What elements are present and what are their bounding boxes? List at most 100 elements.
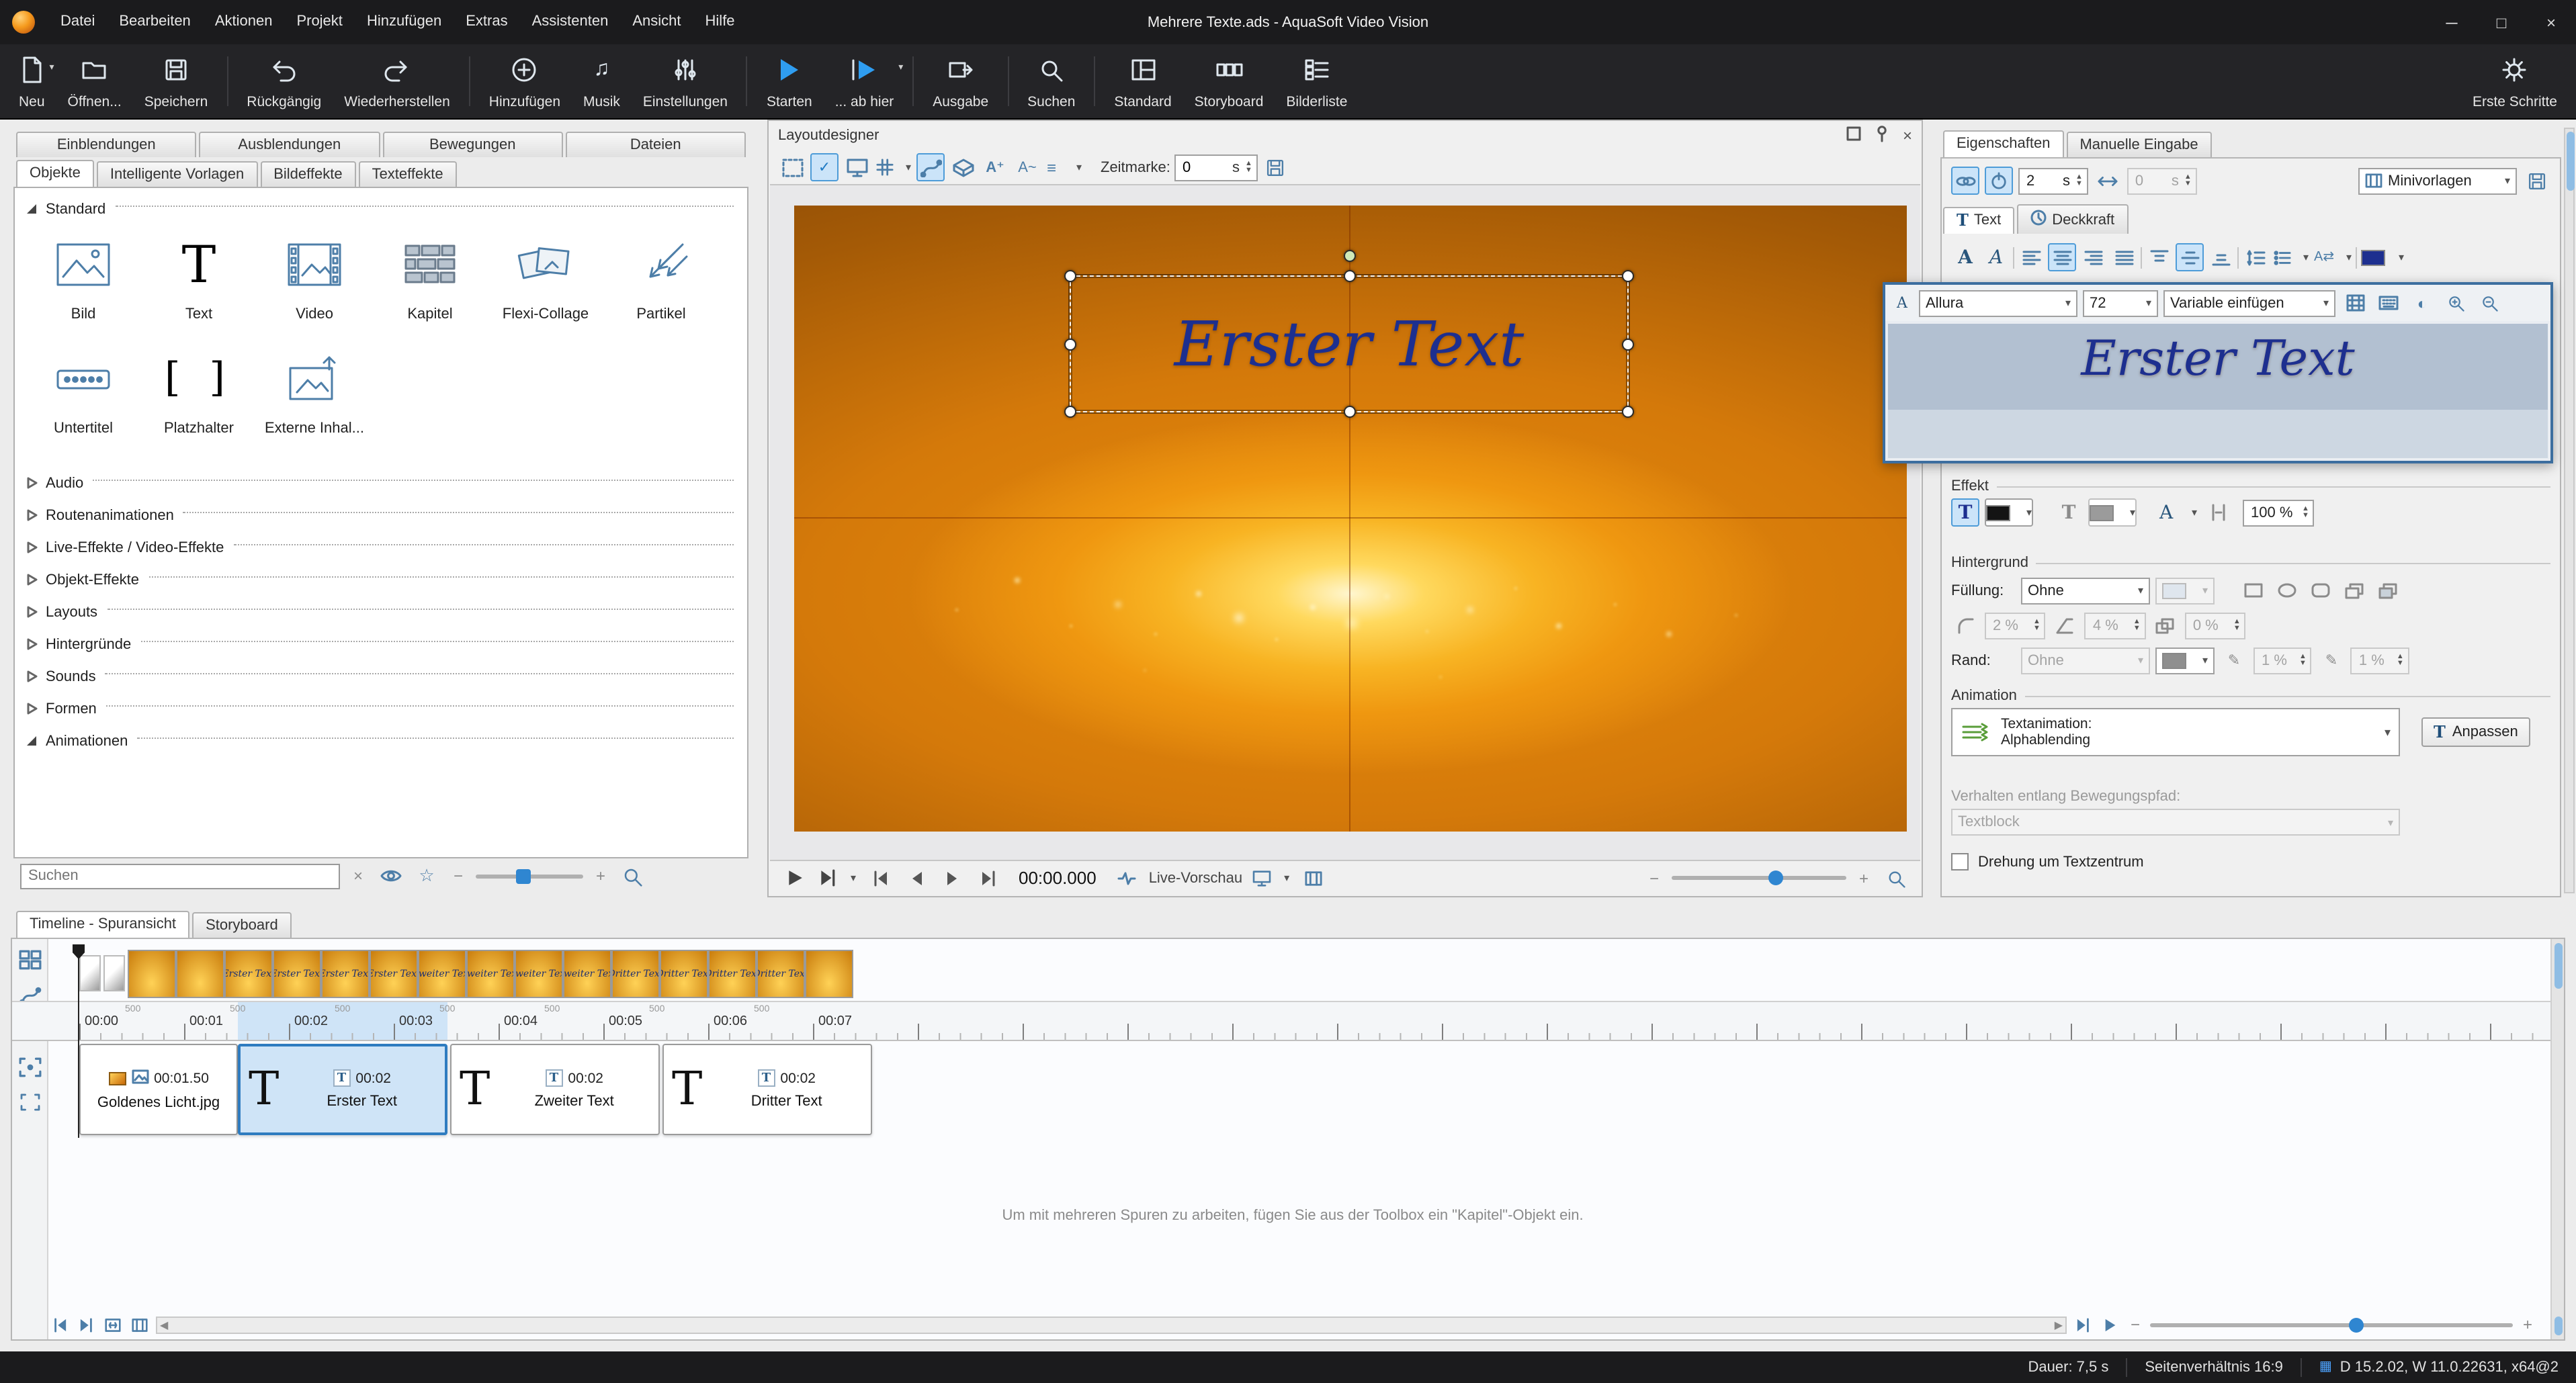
text-selection-box[interactable]: Erster Text — [1070, 275, 1629, 412]
timeline-item-erster-text[interactable]: T T00:02 Erster Text — [238, 1044, 447, 1135]
timeline-vscrollbar[interactable] — [2550, 939, 2564, 1339]
bg-shape-rect-icon[interactable] — [2239, 576, 2267, 605]
toolbox-item-partikel[interactable]: Partikel — [603, 230, 719, 322]
list-options-icon[interactable]: ≡▾ — [1045, 153, 1083, 181]
save-button[interactable]: Speichern — [134, 50, 219, 113]
timeline-ruler[interactable]: 00:00 00:01 00:02 00:03 00:04 00:05 00:0… — [12, 1001, 2564, 1041]
menu-datei[interactable]: Datei — [48, 0, 107, 44]
textanimation-dropdown[interactable]: Textanimation: Alphablending ▾ — [1951, 708, 2400, 756]
motion-curve-icon[interactable] — [916, 153, 945, 181]
font-increase-icon[interactable]: A⁺ — [981, 153, 1009, 181]
redo-button[interactable]: Wiederherstellen — [333, 50, 461, 113]
toolbox-item-flexi-collage[interactable]: Flexi-Collage — [488, 230, 603, 322]
toolbox-item-video[interactable]: Video — [257, 230, 372, 322]
variable-insert-dropdown[interactable]: Variable einfügen▾ — [2163, 289, 2335, 316]
tab-dateien[interactable]: Dateien — [566, 132, 746, 157]
save-template-icon[interactable] — [2522, 167, 2550, 195]
apply-check-icon[interactable]: ✓ — [810, 153, 839, 181]
tab-texteffekte[interactable]: Texteffekte — [359, 161, 457, 187]
track-tool-frame-small-icon[interactable] — [19, 1094, 40, 1115]
close-panel-icon[interactable]: × — [1903, 126, 1912, 145]
section-animationen[interactable]: Animationen — [26, 729, 736, 752]
font-family-dropdown[interactable]: Allura▾ — [1919, 289, 2077, 316]
valign-top-icon[interactable] — [2145, 243, 2173, 271]
font-curve-icon[interactable]: A~ — [1013, 153, 1041, 181]
slider-thumb[interactable] — [2349, 1317, 2364, 1332]
storyboard-view-button[interactable]: Storyboard — [1184, 50, 1275, 113]
section-routenanimationen[interactable]: Routenanimationen — [26, 504, 736, 527]
char-grid-icon[interactable] — [2341, 289, 2369, 317]
tab-manuelle-eingabe[interactable]: Manuelle Eingabe — [2066, 132, 2211, 157]
tab-deckkraft[interactable]: Deckkraft — [2017, 204, 2128, 234]
zoom-fit-icon[interactable] — [1881, 864, 1909, 892]
preview-canvas[interactable]: Erster Text — [794, 206, 1907, 832]
slider-thumb[interactable] — [1768, 871, 1783, 885]
text-fill-icon[interactable]: T — [1951, 498, 1979, 527]
minimize-icon[interactable]: ─ — [2427, 0, 2477, 44]
settings-button[interactable]: Einstellungen — [632, 50, 738, 113]
valign-bottom-icon[interactable] — [2206, 243, 2235, 271]
fuellung-dropdown[interactable]: Ohne▾ — [2021, 577, 2150, 604]
section-audio[interactable]: Audio — [26, 472, 736, 494]
step-back-icon[interactable] — [902, 864, 930, 892]
skip-end-icon[interactable] — [974, 864, 1002, 892]
editor-zoom-in-icon[interactable] — [2442, 289, 2470, 317]
section-standard[interactable]: Standard — [26, 197, 736, 220]
drehung-checkbox[interactable] — [1951, 853, 1969, 871]
canvas-zoom-in-icon[interactable]: + — [1854, 864, 1873, 892]
align-justify-icon[interactable] — [2110, 243, 2138, 271]
monitor-icon[interactable] — [843, 153, 871, 181]
tab-eigenschaften[interactable]: Eigenschaften — [1943, 130, 2063, 157]
timeline-hscrollbar[interactable]: ◀▶ — [156, 1316, 2067, 1333]
text-editor-preview[interactable]: Erster Text — [1888, 324, 2548, 458]
close-icon[interactable]: × — [2526, 0, 2576, 44]
toolbox-item-kapitel[interactable]: Kapitel — [372, 230, 488, 322]
start-playback-button[interactable]: Starten — [756, 50, 823, 113]
resize-handle[interactable] — [1622, 338, 1634, 350]
contrast-icon[interactable]: ◐ — [2408, 289, 2436, 317]
preview-quality-icon[interactable] — [1299, 864, 1327, 892]
eye-icon[interactable] — [376, 862, 404, 890]
play-timeline-icon[interactable] — [2099, 1314, 2120, 1335]
scrollbar-thumb[interactable] — [2567, 132, 2575, 191]
align-right-icon[interactable] — [2079, 243, 2107, 271]
font-color-dropdown[interactable]: ▾ — [2360, 243, 2405, 271]
new-button[interactable]: ▾ Neu — [8, 50, 56, 113]
timeline-item-goldenes-licht[interactable]: 00:01.50 Goldenes Licht.jpg — [79, 1044, 238, 1135]
align-left-icon[interactable] — [2017, 243, 2045, 271]
play-from-here-button[interactable]: ▾ ... ab hier — [824, 50, 905, 113]
keyboard-icon[interactable] — [2374, 289, 2403, 317]
spinner-arrows-icon[interactable]: ▲▼ — [2074, 174, 2084, 187]
menu-hilfe[interactable]: Hilfe — [693, 0, 747, 44]
play-from-time-icon[interactable]: ▾ — [817, 864, 857, 892]
line-spacing-icon[interactable] — [2241, 243, 2270, 271]
search-button[interactable]: Suchen — [1017, 50, 1086, 113]
menu-hinzufuegen[interactable]: Hinzufügen — [355, 0, 454, 44]
section-objekt-effekte[interactable]: Objekt-Effekte — [26, 568, 736, 591]
rand-color-dropdown[interactable]: ▾ — [2155, 647, 2215, 674]
section-layouts[interactable]: Layouts — [26, 600, 736, 623]
scrollbar-thumb[interactable] — [2554, 943, 2563, 989]
bold-icon[interactable]: A — [1951, 243, 1979, 271]
power-icon[interactable] — [1985, 167, 2013, 195]
opacity-spinner[interactable]: 100 % ▲▼ — [2243, 499, 2315, 526]
imagelist-view-button[interactable]: Bilderliste — [1275, 50, 1358, 113]
scroll-right-icon[interactable]: ▶ — [2055, 1319, 2063, 1331]
tab-bildeffekte[interactable]: Bildeffekte — [260, 161, 355, 187]
resize-handle[interactable] — [1622, 406, 1634, 418]
editor-text[interactable]: Erster Text — [2081, 332, 2354, 387]
music-button[interactable]: ♫ Musik — [572, 50, 631, 113]
step-forward-icon[interactable] — [938, 864, 966, 892]
scrollbar-thumb-end[interactable] — [2554, 1317, 2563, 1335]
save-view-icon[interactable] — [1262, 153, 1290, 181]
tab-ausblendungen[interactable]: Ausblendungen — [200, 132, 380, 157]
tab-objekte[interactable]: Objekte — [16, 160, 94, 187]
anpassen-button[interactable]: T Anpassen — [2421, 717, 2530, 747]
section-formen[interactable]: Formen — [26, 697, 736, 720]
align-center-icon[interactable] — [2048, 243, 2076, 271]
link-icon[interactable] — [1951, 167, 1979, 195]
zoom-in-icon[interactable]: + — [591, 862, 610, 890]
magnifier-icon[interactable] — [618, 862, 646, 890]
slider-thumb[interactable] — [516, 868, 531, 883]
tab-intelligente-vorlagen[interactable]: Intelligente Vorlagen — [97, 161, 257, 187]
